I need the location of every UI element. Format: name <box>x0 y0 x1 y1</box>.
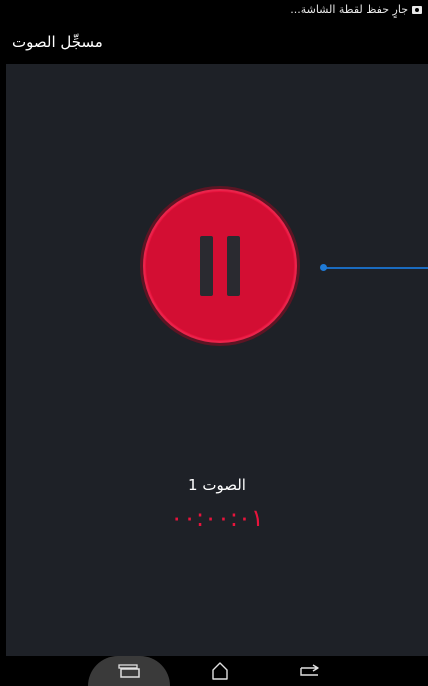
screenshot-icon <box>412 5 422 14</box>
waveform-playhead <box>320 264 327 271</box>
screen: جارٍ حفظ لقطة الشاشة... مسجِّل الصوت الص… <box>0 0 428 686</box>
pause-bar-left <box>200 236 213 296</box>
navigation-bar <box>0 656 428 686</box>
pause-record-button[interactable] <box>140 186 300 346</box>
back-icon <box>300 664 319 676</box>
status-bar: جارٍ حفظ لقطة الشاشة... <box>0 0 428 22</box>
waveform-line <box>324 267 428 269</box>
status-notification: جارٍ حفظ لقطة الشاشة... <box>290 3 422 16</box>
app-title: مسجِّل الصوت <box>12 33 103 51</box>
home-icon <box>212 662 228 680</box>
recording-name: الصوت 1 <box>188 476 246 494</box>
recents-icon <box>118 664 140 678</box>
recording-timer: ٠٠:٠٠:٠١ <box>170 504 264 532</box>
pause-bar-right <box>227 236 240 296</box>
back-button[interactable] <box>290 656 330 686</box>
home-button[interactable] <box>200 656 240 686</box>
recents-button[interactable] <box>88 656 170 686</box>
app-bar: مسجِّل الصوت <box>0 22 428 64</box>
record-button-ring <box>143 189 297 343</box>
pause-icon <box>146 192 294 340</box>
recorder-panel: الصوت 1 ٠٠:٠٠:٠١ <box>6 64 428 656</box>
status-notification-text: جارٍ حفظ لقطة الشاشة... <box>290 3 408 16</box>
